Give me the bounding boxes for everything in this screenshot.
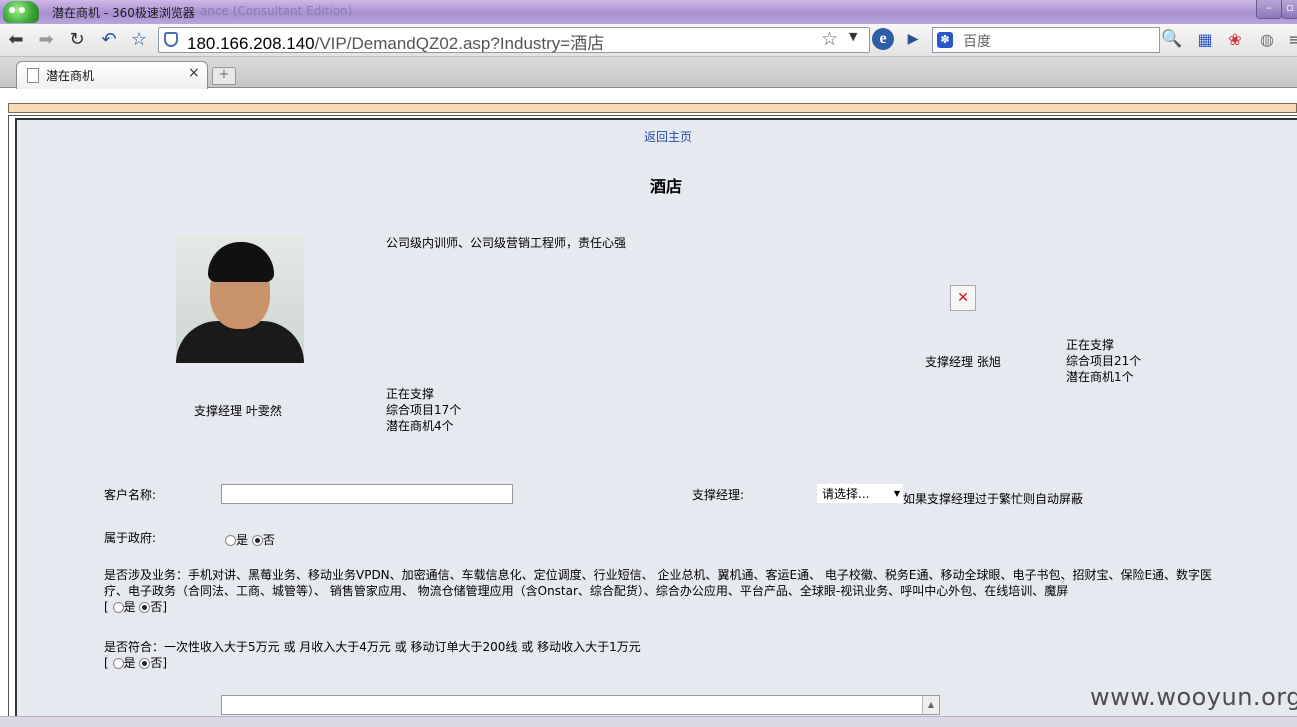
bracket-close: ] [162,656,168,670]
url-text[interactable]: 180.166.208.140/VIP/DemandQZ02.asp?Indus… [187,29,604,54]
government-label: 属于政府: [104,531,157,545]
maximize-button[interactable]: ▫ [1281,0,1297,19]
manager1-stats: 正在支撑 综合项目17个 潜在商机4个 [386,386,461,434]
home-link[interactable]: 返回主页 [644,128,692,145]
window-title-bar: 潜在商机 - 360极速浏览器 ance (Consultant Edition… [0,0,1297,24]
undo-icon[interactable]: ↶ [97,28,121,52]
manager1-description: 公司级内训师、公司级营销工程师，责任心强 [386,236,627,250]
status-bar [0,716,1297,727]
page-header-band [8,103,1297,113]
manager-note: 如果支撑经理过于繁忙则自动屏蔽 [903,492,1084,506]
income-no-radio[interactable] [139,658,151,669]
manager1-status: 正在支撑 [386,387,435,401]
menu-icon[interactable]: ≡ [1284,29,1297,51]
tab-strip: 潜在商机 × + [0,57,1297,89]
income-yes-radio[interactable] [112,658,124,669]
bookmark-star-icon[interactable]: ☆ [821,28,838,50]
scroll-up-icon[interactable]: ▲ [922,696,939,714]
income-no-label: 否 [150,656,163,670]
search-icon[interactable]: 🔍 [1160,28,1184,50]
manager2-status: 正在支撑 [1066,338,1115,352]
page-icon [27,68,39,83]
gov-no-radio[interactable] [251,535,263,546]
address-bar[interactable]: 180.166.208.140/VIP/DemandQZ02.asp?Indus… [158,27,870,53]
bracket-open: [ [104,600,109,614]
broken-image-icon: ✕ [950,285,976,311]
manager2-projects: 综合项目21个 [1066,354,1142,368]
memo-textarea[interactable]: ▲ [221,695,940,715]
reload-icon[interactable]: ↻ [65,28,89,52]
forward-icon[interactable]: ➡ [34,28,58,52]
customer-name-label: 客户名称: [104,488,157,502]
tab-active[interactable]: 潜在商机 × [16,61,208,89]
chevron-down-icon: ▼ [893,489,900,498]
business-line-1: 是否涉及业务：手机对讲、黑莓业务、移动业务VPDN、加密通信、车载信息化、定位调… [104,568,1213,582]
business-radio-group: [ 是 否] [104,599,1212,615]
gov-yes-radio[interactable] [225,535,236,546]
window-title-ghost: ance (Consultant Edition) [200,4,353,18]
security-shield-icon [164,32,178,47]
navigation-toolbar: ⬅ ➡ ↻ ↶ ☆ 180.166.208.140/VIP/DemandQZ02… [0,24,1297,57]
manager1-leads: 潜在商机4个 [386,419,454,433]
biz-no-radio[interactable] [139,602,151,613]
customer-name-input[interactable] [221,484,513,504]
bracket-close: ] [162,600,168,614]
favorite-icon[interactable]: ☆ [127,28,151,52]
manager-select[interactable]: 请选择... ▼ [817,484,903,503]
page-title: 酒店 [650,177,683,196]
manager1-name: 支撑经理 叶雯然 [194,404,282,418]
photo-hair [208,242,274,282]
window-title: 潜在商机 - 360极速浏览器 [52,6,195,20]
manager1-projects: 综合项目17个 [386,403,462,417]
tab-label: 潜在商机 [46,69,95,83]
url-host: 180.166.208.140 [187,34,315,53]
ie-mode-icon[interactable]: e [872,28,894,50]
close-tab-icon[interactable]: × [188,65,200,81]
url-path: /VIP/DemandQZ02.asp?Industry=酒店 [314,34,605,53]
government-radio-group: 是 否 [225,531,275,548]
income-label: 是否符合：一次性收入大于5万元 或 月收入大于4万元 或 移动订单大于200线 … [104,640,641,654]
income-question: 是否符合：一次性收入大于5万元 或 月收入大于4万元 或 移动订单大于200线 … [104,639,641,671]
manager2-leads: 潜在商机1个 [1066,370,1134,384]
apps-icon[interactable]: ▦ [1194,29,1216,51]
manager2-stats: 正在支撑 综合项目21个 潜在商机1个 [1066,337,1141,385]
search-box[interactable]: ✽ 百度 [932,27,1160,53]
play-icon[interactable]: ▶ [902,28,924,50]
biz-yes-radio[interactable] [112,602,124,613]
biz-yes-label: 是 [123,600,136,614]
manager-photo [176,235,304,363]
manager2-name: 支撑经理 张旭 [925,355,1001,369]
baidu-paw-icon: ✽ [937,32,953,48]
manager-select-label: 支撑经理: [692,488,745,502]
income-radio-group: [ 是 否] [104,655,641,671]
browser-logo-icon [3,1,39,23]
globe-icon[interactable]: ◍ [1256,29,1278,51]
watermark: www.wooyun.org [1090,683,1297,711]
manager-select-value: 请选择... [822,487,870,501]
gov-no-label: 否 [262,533,275,547]
minimize-button[interactable]: – [1256,0,1282,19]
back-icon[interactable]: ⬅ [4,28,28,52]
income-yes-label: 是 [123,656,136,670]
content-area [15,118,1297,726]
bracket-open: [ [104,656,109,670]
gov-yes-label: 是 [236,533,249,547]
address-dropdown-icon[interactable]: ▼ [849,30,857,43]
new-tab-button[interactable]: + [212,67,236,85]
search-placeholder: 百度 [963,34,991,50]
extension-icon[interactable]: ❀ [1224,29,1246,51]
biz-no-label: 否 [150,600,163,614]
business-question: 是否涉及业务：手机对讲、黑莓业务、移动业务VPDN、加密通信、车载信息化、定位调… [104,567,1212,615]
business-line-2: 疗、电子政务（合同法、工商、城管等）、 销售管家应用、 物流仓储管理应用（含On… [104,584,1069,598]
